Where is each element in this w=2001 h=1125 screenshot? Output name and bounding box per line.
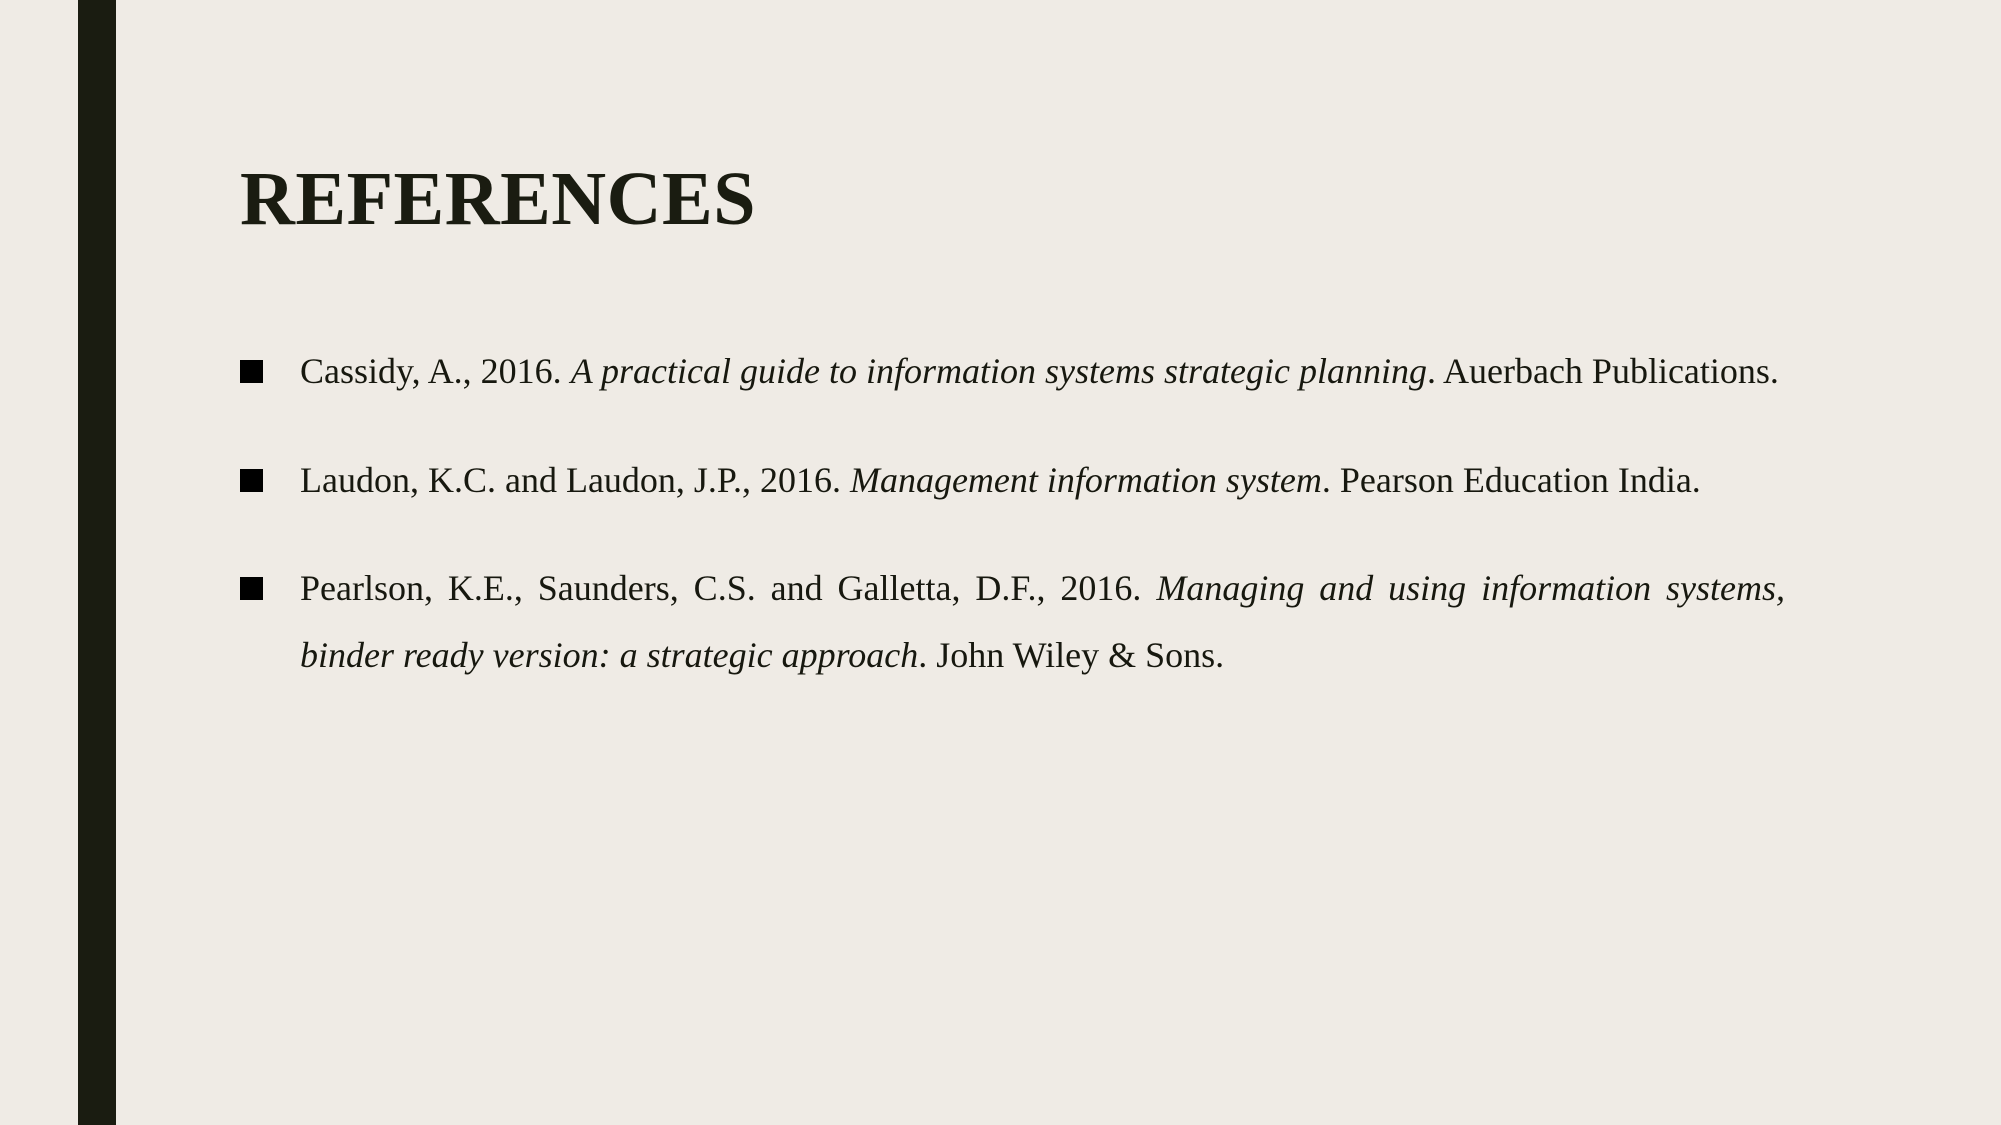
reference-authors: Pearlson, K.E., Saunders, C.S. and Galle… <box>300 568 1157 609</box>
list-item: Cassidy, A., 2016. A practical guide to … <box>240 338 1785 405</box>
list-item: Pearlson, K.E., Saunders, C.S. and Galle… <box>240 555 1785 688</box>
slide-content: REFERENCES Cassidy, A., 2016. A practica… <box>240 0 1785 1125</box>
reference-text: Laudon, K.C. and Laudon, J.P., 2016. Man… <box>300 447 1785 514</box>
bullet-square-icon <box>240 577 263 601</box>
reference-title: A practical guide to information systems… <box>570 351 1427 391</box>
reference-authors: Cassidy, A., 2016. <box>300 351 571 391</box>
page-title: REFERENCES <box>240 156 756 241</box>
reference-text: Cassidy, A., 2016. A practical guide to … <box>300 338 1785 405</box>
bullet-square-icon <box>240 360 263 383</box>
reference-publisher: . Pearson Education India. <box>1321 459 1701 500</box>
reference-title: Management information system <box>849 459 1322 500</box>
list-item: Laudon, K.C. and Laudon, J.P., 2016. Man… <box>240 447 1785 514</box>
reference-authors: Laudon, K.C. and Laudon, J.P., 2016. <box>300 459 850 500</box>
slide-canvas: REFERENCES Cassidy, A., 2016. A practica… <box>0 0 2001 1125</box>
bullet-square-icon <box>240 468 263 492</box>
reference-publisher: . John Wiley & Sons. <box>918 634 1225 675</box>
reference-text: Pearlson, K.E., Saunders, C.S. and Galle… <box>300 555 1785 688</box>
references-list: Cassidy, A., 2016. A practical guide to … <box>240 338 1785 688</box>
left-accent-bar <box>78 0 116 1125</box>
reference-publisher: . Auerbach Publications. <box>1426 351 1779 391</box>
